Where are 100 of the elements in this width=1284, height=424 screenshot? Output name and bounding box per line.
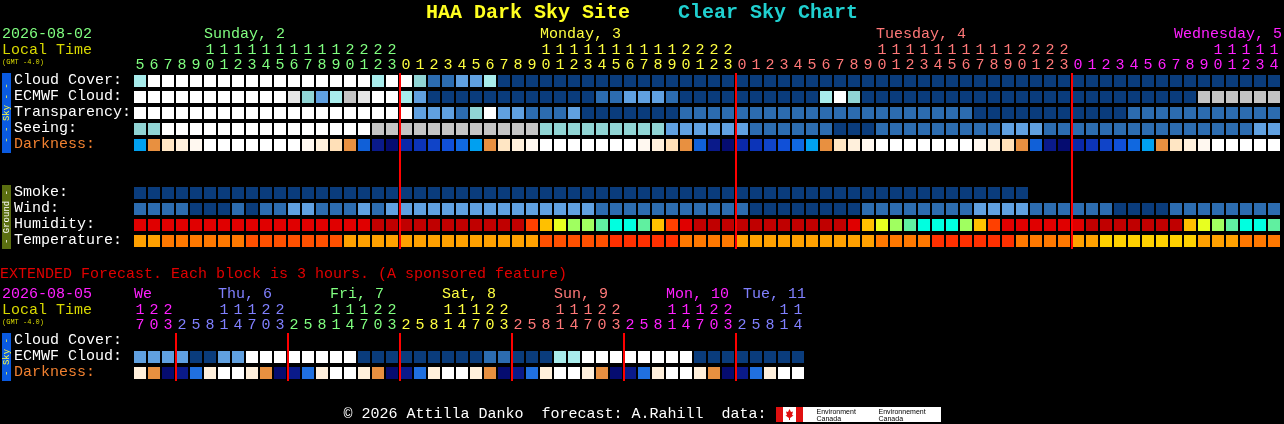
hour-digit: 4 [792,58,804,73]
hour-digit: 1 [694,58,706,73]
hour-digit: 1 [554,318,566,333]
hour-digit: 1 [876,43,888,58]
hour-digit: 1 [1226,43,1238,58]
hour-digit: 3 [918,58,930,73]
hour-digit: 7 [974,58,986,73]
data-label: data: [721,406,767,423]
hour-digit: 2 [624,318,636,333]
hour-digit: 1 [596,43,608,58]
hour-digit: 1 [288,43,300,58]
hour-digit: 0 [484,318,496,333]
hour-digit: 9 [190,58,202,73]
hour-digit: 1 [218,303,230,318]
hour-digit: 4 [596,58,608,73]
hour-digit: 0 [680,58,692,73]
row-label: Seeing: [13,121,78,137]
hour-digit: 1 [1030,58,1042,73]
sidebar-label: - Ground - [2,190,11,244]
hour-digit: 1 [554,303,566,318]
hour-digit: 1 [960,43,972,58]
hour-digit: 4 [1268,58,1280,73]
row-label: Darkness: [13,365,96,381]
hour-digit: 6 [288,58,300,73]
hour-digit: 1 [554,58,566,73]
hour-digit: 2 [1100,58,1112,73]
hour-digit: 4 [232,318,244,333]
hour-digit: 6 [960,58,972,73]
hour-digit: 8 [540,318,552,333]
hour-digit: 0 [596,318,608,333]
hour-digit: 1 [456,303,468,318]
hour-digit: 1 [414,58,426,73]
day-label: Fri, 7 [330,287,384,303]
hour-digit: 4 [792,318,804,333]
hour-digit: 1 [1226,58,1238,73]
hour-digit: 2 [1030,43,1042,58]
hour-digit: 8 [316,318,328,333]
hour-digit: 8 [764,318,776,333]
hour-digit: 7 [1170,58,1182,73]
hour-digit: 2 [386,43,398,58]
hour-digit: 3 [162,318,174,333]
hour-digit: 0 [400,58,412,73]
hour-digit: 7 [582,318,594,333]
hour-digit: 4 [260,58,272,73]
hour-digit: 1 [358,58,370,73]
date-label: 2026-08-02 [2,27,92,43]
hour-digit: 2 [1240,58,1252,73]
hour-digit: 2 [148,303,160,318]
row-label: Humidity: [13,217,96,233]
hour-digit: 3 [778,58,790,73]
hour-digit: 2 [386,303,398,318]
hour-digit: 7 [246,318,258,333]
hour-digit: 1 [946,43,958,58]
hour-digit: 2 [1016,43,1028,58]
hour-digit: 2 [512,318,524,333]
hour-digit: 8 [848,58,860,73]
hour-digit: 2 [428,58,440,73]
extended-note: EXTENDED Forecast. Each block is 3 hours. (A sponsored feature) [0,267,568,283]
hour-digit: 4 [680,318,692,333]
hour-digit: 1 [246,43,258,58]
hour-digit: 0 [204,58,216,73]
date-label: 2026-08-05 [2,287,92,303]
hour-digit: 5 [302,318,314,333]
hour-digit: 1 [610,43,622,58]
hour-digit: 1 [442,303,454,318]
hour-digit: 1 [792,303,804,318]
hour-digit: 2 [274,303,286,318]
hour-digit: 8 [428,318,440,333]
hour-digit: 1 [778,318,790,333]
day-label: Sat, 8 [442,287,496,303]
hour-digit: 2 [764,58,776,73]
day-label: Mon, 10 [666,287,729,303]
row-label: Cloud Cover: [13,73,124,89]
hour-digit: 1 [778,303,790,318]
hour-digit: 7 [358,318,370,333]
day-label: We [134,287,152,303]
hour-digit: 5 [946,58,958,73]
hour-digit: 4 [456,318,468,333]
hour-digit: 9 [1002,58,1014,73]
hour-digit: 9 [862,58,874,73]
hour-digit: 1 [218,43,230,58]
copyright-text: © 2026 Attilla Danko [343,406,524,423]
hour-digit: 2 [232,58,244,73]
hour-digit: 1 [624,43,636,58]
local-time-label: Local Time [2,303,92,318]
row-label: Temperature: [13,233,124,249]
site-title: HAA Dark Sky Site [425,1,630,25]
hour-digit: 8 [1184,58,1196,73]
hour-digit: 1 [568,303,580,318]
hour-digit: 8 [988,58,1000,73]
hour-digit: 6 [148,58,160,73]
hour-digit: 4 [344,318,356,333]
day-label: Wednesday, 5 [1173,27,1282,43]
hour-digit: 1 [1002,43,1014,58]
hour-digit: 1 [246,303,258,318]
hour-digit: 7 [470,318,482,333]
hour-digit: 4 [1128,58,1140,73]
hour-digit: 1 [1086,58,1098,73]
hour-digit: 1 [666,43,678,58]
hour-digit: 7 [162,58,174,73]
